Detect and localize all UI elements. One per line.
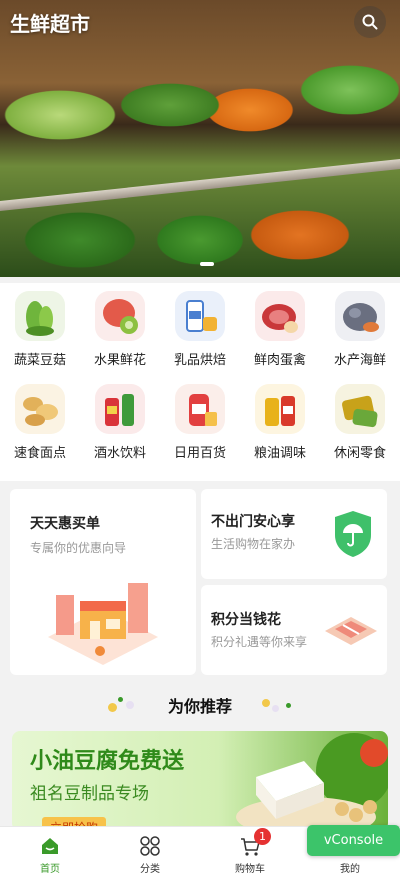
- category-label: 水果鲜花: [93, 353, 146, 368]
- category-fruit[interactable]: 水果鲜花: [80, 291, 160, 384]
- promo-card-home-shopping[interactable]: 不出门安心享 生活购物在家办: [201, 489, 387, 579]
- recommend-section-header: 为你推荐: [0, 685, 400, 725]
- decoration-right: [260, 695, 296, 715]
- category-label: 酒水饮料: [93, 446, 146, 461]
- home-icon: [42, 838, 58, 854]
- category-label: 日用百货: [173, 446, 226, 461]
- snack-icon: [335, 384, 385, 434]
- vconsole-button[interactable]: vConsole: [307, 825, 400, 856]
- category-label: 速食面点: [13, 446, 66, 461]
- promo-card-daily-deals[interactable]: 天天惠买单 专属你的优惠向导: [10, 489, 196, 675]
- vegetable-icon: [15, 291, 65, 341]
- category-snacks[interactable]: 休闲零食: [320, 384, 400, 477]
- category-grain-oil[interactable]: 粮油调味: [240, 384, 320, 477]
- category-label: 休闲零食: [333, 446, 386, 461]
- cart-count-badge: 1: [254, 828, 271, 845]
- promo-subtitle: 专属你的优惠向导: [30, 541, 127, 555]
- dumpling-icon: [15, 384, 65, 434]
- section-title: 为你推荐: [167, 697, 232, 716]
- category-dairy[interactable]: 乳品烘焙: [160, 291, 240, 384]
- category-icon: [140, 836, 160, 856]
- category-label: 水产海鲜: [333, 353, 386, 368]
- category-meat[interactable]: 鲜肉蛋禽: [240, 291, 320, 384]
- tab-label: 分类: [140, 864, 160, 875]
- banner-headline: 小油豆腐免费送: [30, 749, 185, 774]
- page-title: 生鲜超市: [10, 12, 90, 36]
- oil-icon: [255, 384, 305, 434]
- category-drinks[interactable]: 酒水饮料: [80, 384, 160, 477]
- search-button[interactable]: [354, 6, 386, 38]
- carousel-indicator[interactable]: [200, 262, 214, 266]
- decoration-left: [104, 695, 140, 715]
- gift-box-icon: [325, 617, 377, 645]
- dairy-icon: [175, 291, 225, 341]
- category-vegetables[interactable]: 蔬菜豆菇: [0, 291, 80, 384]
- promo-title: 天天惠买单: [30, 516, 100, 532]
- tab-category[interactable]: 分类: [100, 827, 200, 876]
- tab-home[interactable]: 首页: [0, 827, 100, 876]
- shop-illustration-icon: [48, 583, 158, 665]
- tab-cart[interactable]: 购物车: [200, 827, 300, 876]
- tab-label: 购物车: [235, 864, 265, 875]
- promo-subtitle: 生活购物在家办: [211, 537, 296, 551]
- shield-umbrella-icon: [335, 511, 371, 557]
- category-label: 粮油调味: [253, 446, 306, 461]
- promo-subtitle: 积分礼遇等你来享: [211, 635, 308, 649]
- promo-title: 积分当钱花: [211, 612, 281, 628]
- banner-subline: 祖名豆制品专场: [30, 784, 149, 804]
- category-label: 乳品烘焙: [173, 353, 226, 368]
- category-label: 鲜肉蛋禽: [253, 353, 306, 368]
- category-household[interactable]: 日用百货: [160, 384, 240, 477]
- promo-card-points[interactable]: 积分当钱花 积分礼遇等你来享: [201, 585, 387, 675]
- tab-label: 我的: [340, 864, 360, 875]
- promo-banner-tofu[interactable]: 小油豆腐免费送 祖名豆制品专场 立即抢购: [12, 731, 388, 831]
- fruit-icon: [95, 291, 145, 341]
- search-icon: [362, 14, 378, 30]
- tab-label: 首页: [40, 864, 60, 875]
- hero-banner[interactable]: 生鲜超市: [0, 0, 400, 277]
- category-instant-food[interactable]: 速食面点: [0, 384, 80, 477]
- drinks-icon: [95, 384, 145, 434]
- category-label: 蔬菜豆菇: [13, 353, 66, 368]
- category-seafood[interactable]: 水产海鲜: [320, 291, 400, 384]
- category-grid: 蔬菜豆菇 水果鲜花 乳品烘焙 鲜肉蛋禽 水产海鲜 速食面点 酒水饮料 日用百货 …: [0, 283, 400, 481]
- meat-icon: [255, 291, 305, 341]
- promo-title: 不出门安心享: [211, 514, 295, 530]
- seafood-icon: [335, 291, 385, 341]
- tofu-illustration-icon: [236, 733, 388, 831]
- shelf-decoration: [0, 158, 400, 212]
- household-icon: [175, 384, 225, 434]
